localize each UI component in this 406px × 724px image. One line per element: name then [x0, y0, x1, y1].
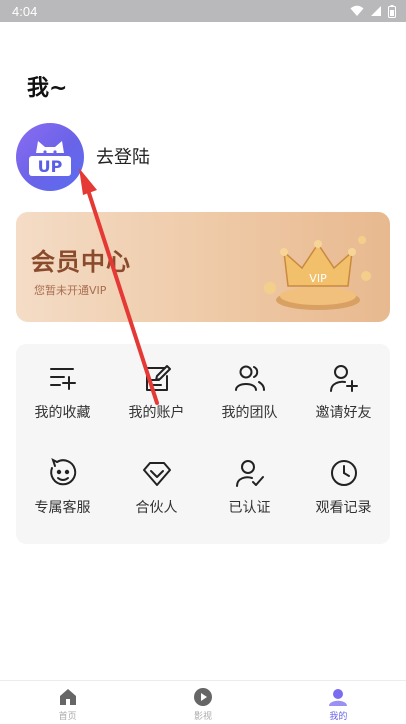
avatar[interactable]: UP	[16, 123, 84, 191]
signal-icon	[371, 6, 381, 16]
tab-label: 影视	[193, 712, 212, 722]
tab-label: 我的	[329, 712, 348, 722]
avatar-logo: UP	[29, 141, 71, 176]
menu-item-favorites[interactable]: 我的收藏	[16, 344, 109, 434]
vip-status-text: 您暂未开通VIP	[34, 284, 107, 297]
menu-item-label: 我的收藏	[34, 405, 91, 421]
team-icon	[234, 365, 265, 391]
vip-center-title: 会员中心	[31, 248, 131, 276]
user-icon	[329, 689, 348, 706]
page-title: 我~	[27, 76, 68, 101]
menu-item-verified[interactable]: 已认证	[203, 439, 296, 529]
menu-item-invite-friends[interactable]: 邀请好友	[297, 344, 390, 434]
wifi-icon	[350, 5, 364, 16]
home-icon	[59, 689, 76, 705]
menu-card: 我的收藏 我的账户 我的团队 邀请好友 专属客服 合伙人 已认证 观看记录	[16, 344, 390, 544]
vip-crown-icon: VIP	[264, 236, 371, 310]
menu-item-account[interactable]: 我的账户	[110, 344, 203, 434]
bottom-tab-bar: 首页 影视 我的	[0, 680, 406, 724]
edit-note-icon	[145, 365, 171, 391]
menu-item-label: 观看记录	[315, 500, 372, 516]
status-bar: 4:04	[0, 0, 406, 22]
status-icons	[350, 4, 396, 18]
tab-video[interactable]: 影视	[135, 681, 270, 724]
vip-center-banner[interactable]: 会员中心 您暂未开通VIP VIP	[16, 212, 390, 322]
battery-icon	[388, 4, 396, 18]
tab-home[interactable]: 首页	[0, 681, 135, 724]
menu-item-label: 邀请好友	[315, 405, 372, 421]
avatar-logo-text: UP	[38, 157, 63, 176]
menu-item-label: 已认证	[228, 500, 271, 516]
vip-badge-text: VIP	[309, 272, 327, 285]
tab-label: 首页	[58, 712, 77, 722]
list-add-icon	[49, 368, 76, 390]
status-time: 4:04	[12, 3, 38, 19]
menu-item-customer-service[interactable]: 专属客服	[16, 439, 109, 529]
menu-item-label: 我的团队	[221, 405, 278, 421]
menu-item-partner[interactable]: 合伙人	[110, 439, 203, 529]
menu-item-label: 专属客服	[34, 500, 91, 516]
login-link[interactable]: 去登陆	[96, 143, 150, 169]
add-user-icon	[329, 365, 358, 392]
service-icon	[49, 458, 76, 486]
menu-item-watch-history[interactable]: 观看记录	[297, 439, 390, 529]
menu-item-label: 合伙人	[135, 500, 178, 516]
clock-icon	[330, 460, 357, 486]
verified-user-icon	[235, 460, 264, 487]
play-icon	[193, 688, 212, 706]
partner-icon	[142, 462, 171, 486]
menu-item-team[interactable]: 我的团队	[203, 344, 296, 434]
tab-mine[interactable]: 我的	[271, 681, 406, 724]
menu-item-label: 我的账户	[128, 405, 185, 421]
